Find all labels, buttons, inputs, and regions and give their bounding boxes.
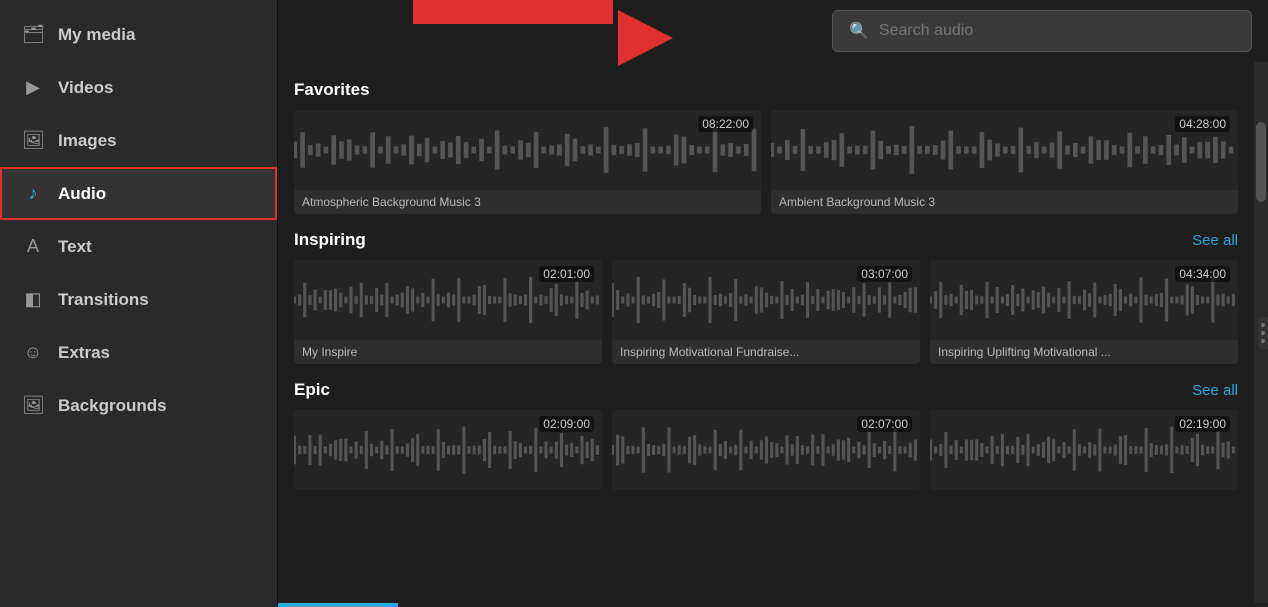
sidebar-label-transitions: Transitions xyxy=(58,290,149,310)
track-name: Atmospheric Background Music 3 xyxy=(294,190,761,214)
audio-icon: ♪ xyxy=(22,183,44,204)
sidebar-item-audio[interactable]: ♪ Audio xyxy=(0,167,277,220)
sidebar-item-videos[interactable]: ▶ Videos xyxy=(0,61,277,114)
section-header-favorites: Favorites xyxy=(294,80,1238,100)
waveform-container: 02:07:00 xyxy=(612,410,920,490)
section-epic: Epic See all 02:09:00 02:07:00 02:19:00 xyxy=(294,380,1238,490)
panel-collapse-handle[interactable] xyxy=(1258,317,1268,349)
header: 🔍 xyxy=(278,0,1268,62)
sidebar-label-videos: Videos xyxy=(58,78,113,98)
dot xyxy=(1261,339,1265,343)
sidebar-label-images: Images xyxy=(58,131,117,151)
section-title-favorites: Favorites xyxy=(294,80,370,100)
images-icon: 🖼 xyxy=(22,130,44,151)
sidebar-label-extras: Extras xyxy=(58,343,110,363)
search-icon: 🔍 xyxy=(849,21,869,41)
duration-badge: 02:01:00 xyxy=(539,266,594,282)
sidebar-item-extras[interactable]: ☺ Extras xyxy=(0,326,277,379)
waveform-container: 04:28:00 xyxy=(771,110,1238,190)
waveform-container: 08:22:00 xyxy=(294,110,761,190)
sidebar-label-text: Text xyxy=(58,237,92,257)
videos-icon: ▶ xyxy=(22,77,44,98)
track-card[interactable]: 02:19:00 xyxy=(930,410,1238,490)
sidebar-label-my-media: My media xyxy=(58,25,135,45)
see-all-inspiring[interactable]: See all xyxy=(1192,232,1238,249)
section-header-inspiring: Inspiring See all xyxy=(294,230,1238,250)
sidebar-item-backgrounds[interactable]: 🖼 Backgrounds xyxy=(0,379,277,432)
scrollbar-thumb[interactable] xyxy=(1256,122,1266,202)
waveform-container: 04:34:00 xyxy=(930,260,1238,340)
track-name: Inspiring Uplifting Motivational ... xyxy=(930,340,1238,364)
section-inspiring: Inspiring See all 02:01:00 My Inspire 03:07:… xyxy=(294,230,1238,364)
duration-badge: 02:07:00 xyxy=(857,416,912,432)
track-grid-epic: 02:09:00 02:07:00 02:19:00 xyxy=(294,410,1238,490)
track-grid-favorites: 08:22:00 Atmospheric Background Music 3 04… xyxy=(294,110,1238,214)
track-name: Ambient Background Music 3 xyxy=(771,190,1238,214)
sidebar: 🗂 My media ▶ Videos 🖼 Images ♪ Audio A T… xyxy=(0,0,278,607)
track-card[interactable]: 02:09:00 xyxy=(294,410,602,490)
sidebar-label-audio: Audio xyxy=(58,184,106,204)
waveform-container: 02:09:00 xyxy=(294,410,602,490)
track-grid-inspiring: 02:01:00 My Inspire 03:07:00 Inspiring Moti… xyxy=(294,260,1238,364)
duration-badge: 03:07:00 xyxy=(857,266,912,282)
duration-badge: 04:34:00 xyxy=(1175,266,1230,282)
see-all-epic[interactable]: See all xyxy=(1192,382,1238,399)
dot xyxy=(1261,323,1265,327)
main-content: 🔍 Favorites 08:22:00 Atmospheric Backgroun… xyxy=(278,0,1268,607)
track-name: My Inspire xyxy=(294,340,602,364)
search-bar[interactable]: 🔍 xyxy=(832,10,1252,52)
section-title-epic: Epic xyxy=(294,380,330,400)
backgrounds-icon: 🖼 xyxy=(22,395,44,416)
search-input[interactable] xyxy=(879,22,1235,40)
track-name: Inspiring Motivational Fundraise... xyxy=(612,340,920,364)
track-card[interactable]: 02:07:00 xyxy=(612,410,920,490)
sidebar-item-images[interactable]: 🖼 Images xyxy=(0,114,277,167)
waveform-svg xyxy=(771,110,1238,190)
track-card[interactable]: 04:34:00 Inspiring Uplifting Motivational… xyxy=(930,260,1238,364)
dot xyxy=(1261,331,1265,335)
waveform-container: 02:19:00 xyxy=(930,410,1238,490)
duration-badge: 04:28:00 xyxy=(1175,116,1230,132)
duration-badge: 02:19:00 xyxy=(1175,416,1230,432)
transitions-icon: ◧ xyxy=(22,289,44,310)
section-favorites: Favorites 08:22:00 Atmospheric Background … xyxy=(294,80,1238,214)
waveform-container: 02:01:00 xyxy=(294,260,602,340)
track-card[interactable]: 08:22:00 Atmospheric Background Music 3 xyxy=(294,110,761,214)
text-icon: A xyxy=(22,236,44,257)
section-header-epic: Epic See all xyxy=(294,380,1238,400)
track-card[interactable]: 03:07:00 Inspiring Motivational Fundraise… xyxy=(612,260,920,364)
my-media-icon: 🗂 xyxy=(22,24,44,45)
section-title-inspiring: Inspiring xyxy=(294,230,366,250)
duration-badge: 08:22:00 xyxy=(698,116,753,132)
track-card[interactable]: 02:01:00 My Inspire xyxy=(294,260,602,364)
waveform-svg xyxy=(294,110,761,190)
sidebar-item-text[interactable]: A Text xyxy=(0,220,277,273)
track-card[interactable]: 04:28:00 Ambient Background Music 3 xyxy=(771,110,1238,214)
audio-list: Favorites 08:22:00 Atmospheric Background … xyxy=(278,62,1254,603)
duration-badge: 02:09:00 xyxy=(539,416,594,432)
sidebar-label-backgrounds: Backgrounds xyxy=(58,396,167,416)
annotation-arrow xyxy=(618,10,673,66)
extras-icon: ☺ xyxy=(22,342,44,363)
timeline-playhead-bar xyxy=(278,603,398,607)
waveform-container: 03:07:00 xyxy=(612,260,920,340)
sidebar-item-my-media[interactable]: 🗂 My media xyxy=(0,8,277,61)
sidebar-item-transitions[interactable]: ◧ Transitions xyxy=(0,273,277,326)
